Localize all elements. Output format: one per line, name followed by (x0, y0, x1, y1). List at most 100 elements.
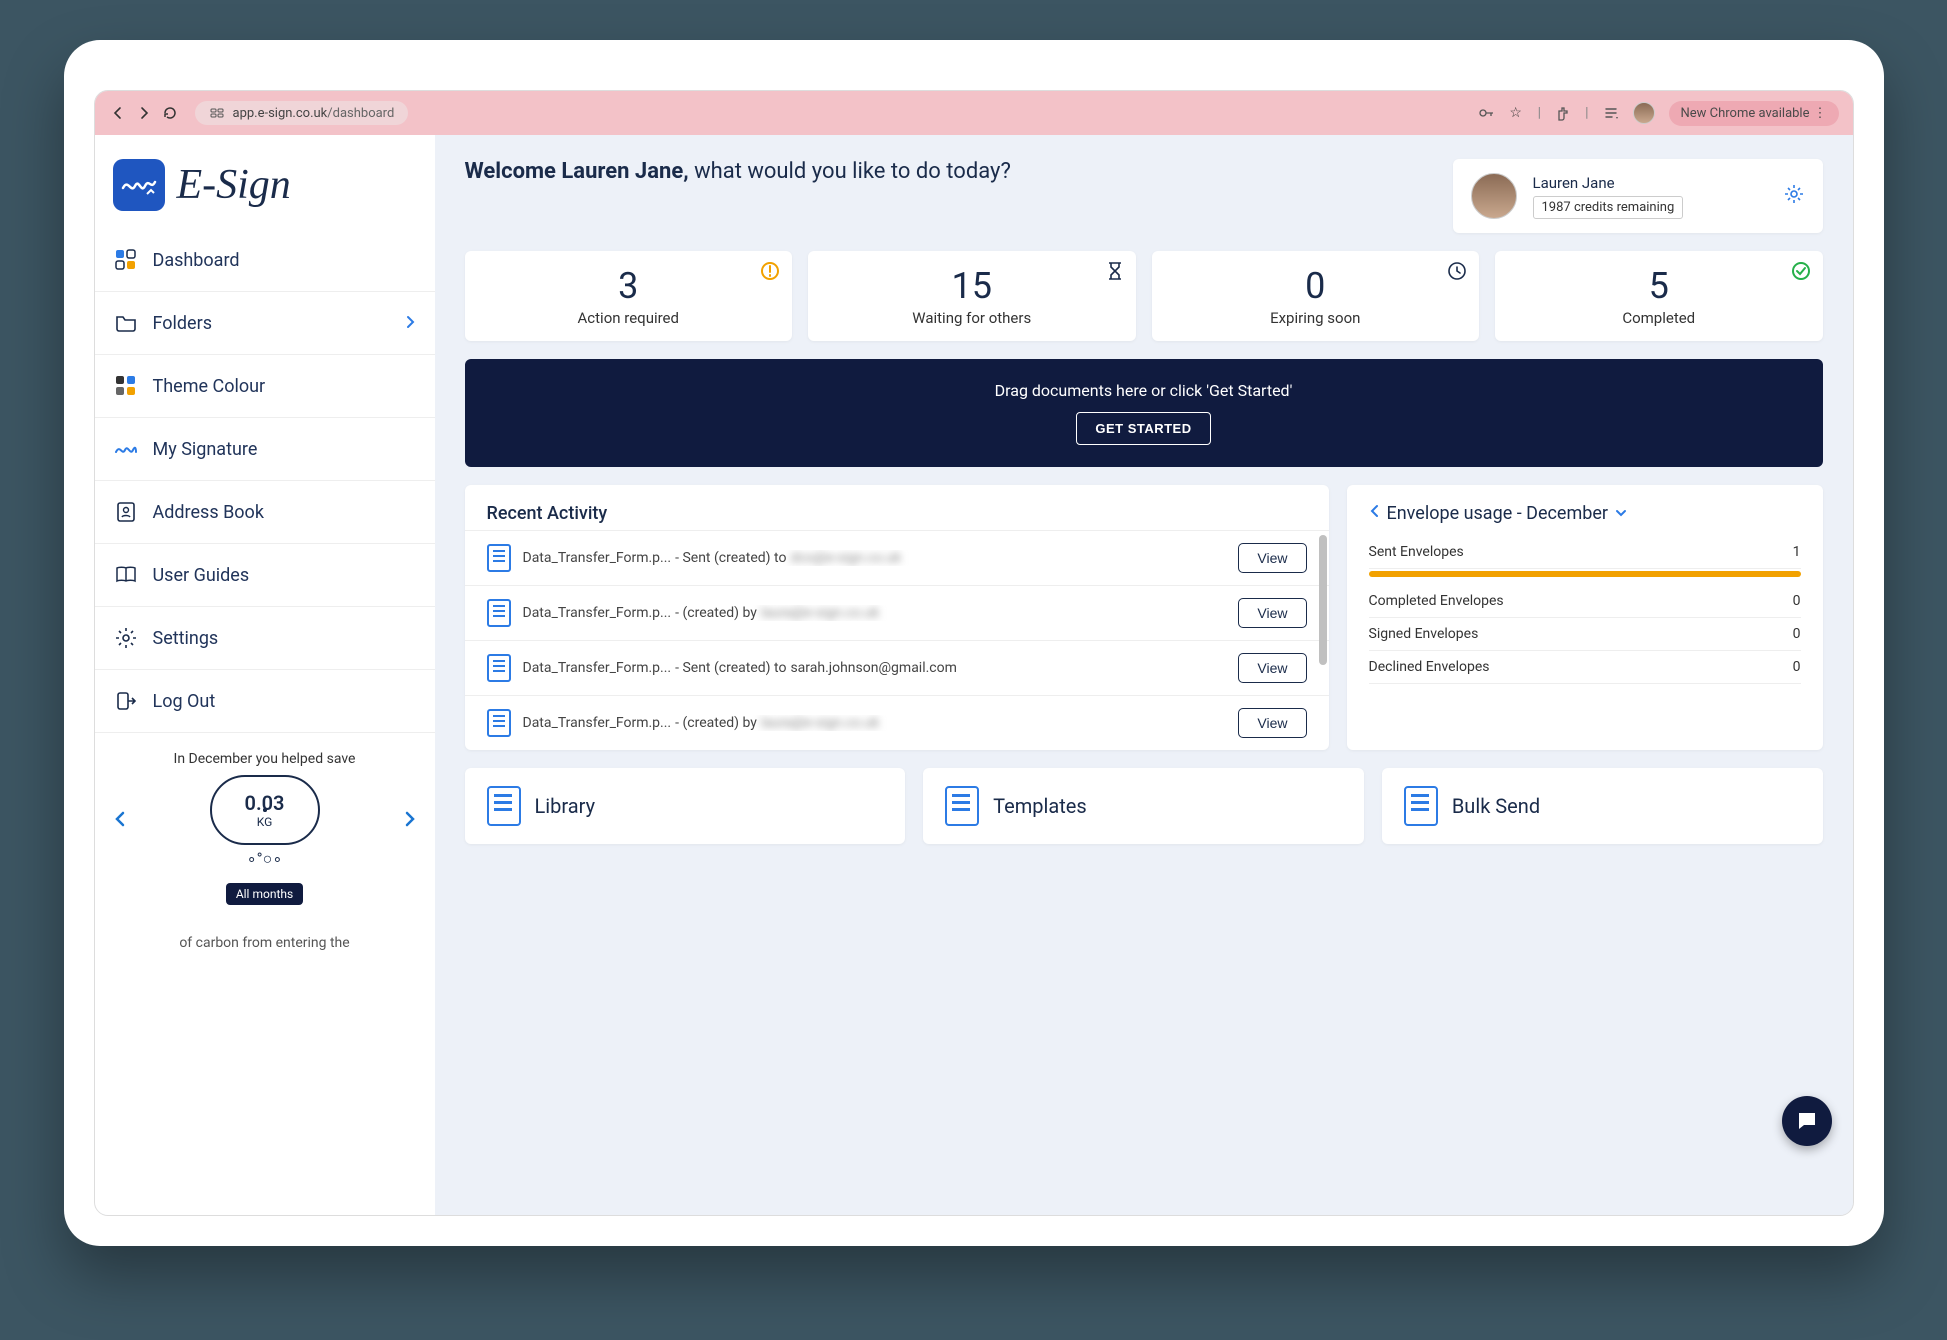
stat-number: 15 (822, 265, 1122, 307)
check-icon (1791, 261, 1811, 285)
usage-bar (1369, 571, 1801, 577)
tile-label: Bulk Send (1452, 794, 1540, 818)
sidebar-item-folders[interactable]: Folders (95, 292, 435, 355)
get-started-button[interactable]: GET STARTED (1076, 412, 1210, 445)
usage-prev-icon[interactable] (1369, 503, 1381, 524)
bulksend-icon (1404, 786, 1438, 826)
usage-label: Completed Envelopes (1369, 593, 1504, 609)
quick-links: Library Templates Bulk Send (465, 768, 1823, 844)
usage-label: Signed Envelopes (1369, 626, 1479, 642)
activity-text: Data_Transfer_Form.p... - (created) by l… (523, 605, 1227, 621)
usage-row: Signed Envelopes0 (1369, 618, 1801, 651)
view-button[interactable]: View (1238, 598, 1306, 628)
stats-row: 3 Action required 15 Waiting for others … (465, 251, 1823, 341)
document-icon (487, 709, 511, 737)
chat-fab[interactable] (1782, 1096, 1832, 1146)
sidebar-item-signature[interactable]: My Signature (95, 418, 435, 481)
folder-icon (113, 310, 139, 336)
usage-value: 0 (1793, 659, 1801, 675)
stat-number: 5 (1509, 265, 1809, 307)
sidebar-item-label: Settings (153, 628, 219, 649)
site-settings-icon (209, 105, 225, 121)
view-button[interactable]: View (1238, 653, 1306, 683)
document-icon (487, 544, 511, 572)
usage-row: Completed Envelopes 0 (1369, 585, 1801, 618)
sidebar-item-label: Dashboard (153, 250, 240, 271)
tile-library[interactable]: Library (465, 768, 906, 844)
activity-text: Data_Transfer_Form.p... - (created) by l… (523, 715, 1227, 731)
user-settings-icon[interactable] (1783, 183, 1805, 209)
logo-icon (113, 159, 165, 211)
tile-bulk-send[interactable]: Bulk Send (1382, 768, 1823, 844)
sidebar-item-label: Address Book (153, 502, 264, 523)
dashboard-icon (113, 247, 139, 273)
reload-icon[interactable] (161, 104, 179, 122)
sidebar-item-label: Folders (153, 313, 213, 334)
url-bar[interactable]: app.e-sign.co.uk/dashboard (195, 101, 409, 125)
stat-number: 0 (1166, 265, 1466, 307)
stat-card[interactable]: 5 Completed (1495, 251, 1823, 341)
stat-card[interactable]: 15 Waiting for others (808, 251, 1136, 341)
browser-bar: app.e-sign.co.uk/dashboard ☆ | | New Chr… (95, 91, 1853, 135)
theme-icon (113, 373, 139, 399)
activity-row: Data_Transfer_Form.p... - (created) by l… (465, 695, 1329, 750)
reading-list-icon[interactable] (1603, 105, 1619, 121)
sidebar-item-userguides[interactable]: User Guides (95, 544, 435, 607)
usage-dropdown-icon[interactable] (1614, 503, 1628, 524)
credits-badge: 1987 credits remaining (1533, 196, 1684, 219)
main-content: Welcome Lauren Jane, what would you like… (435, 135, 1853, 1215)
carbon-next-icon[interactable] (403, 809, 417, 834)
gear-icon (113, 625, 139, 651)
menu-dots-icon: ⋮ (1814, 106, 1827, 121)
welcome-text: Welcome Lauren Jane, what would you like… (465, 159, 1011, 184)
usage-row: Sent Envelopes1 (1369, 536, 1801, 569)
logout-icon (113, 688, 139, 714)
carbon-prev-icon[interactable] (113, 809, 127, 834)
stat-label: Action required (479, 309, 779, 327)
stat-card[interactable]: 0 Expiring soon (1152, 251, 1480, 341)
usage-label: Declined Envelopes (1369, 659, 1490, 675)
view-button[interactable]: View (1238, 543, 1306, 573)
back-icon[interactable] (109, 104, 127, 122)
url-domain: app.e-sign.co.uk (233, 106, 328, 121)
alert-icon (760, 261, 780, 285)
avatar[interactable] (1471, 173, 1517, 219)
profile-avatar-icon[interactable] (1633, 102, 1655, 124)
stat-label: Expiring soon (1166, 309, 1466, 327)
tile-templates[interactable]: Templates (923, 768, 1364, 844)
carbon-intro: In December you helped save (113, 751, 417, 767)
usage-month: December (1526, 503, 1608, 524)
sidebar-item-label: My Signature (153, 439, 258, 460)
tile-label: Templates (993, 794, 1087, 818)
sidebar-item-theme[interactable]: Theme Colour (95, 355, 435, 418)
chrome-update-button[interactable]: New Chrome available ⋮ (1669, 101, 1839, 126)
dropzone[interactable]: Drag documents here or click 'Get Starte… (465, 359, 1823, 467)
document-icon (487, 654, 511, 682)
usage-label: Sent Envelopes (1369, 544, 1464, 560)
scrollbar[interactable] (1319, 535, 1327, 740)
activity-row: Data_Transfer_Form.p... - Sent (created)… (465, 530, 1329, 585)
sidebar-item-settings[interactable]: Settings (95, 607, 435, 670)
user-name: Lauren Jane (1533, 174, 1767, 192)
activity-text: Data_Transfer_Form.p... - Sent (created)… (523, 660, 1227, 676)
all-months-badge[interactable]: All months (226, 883, 303, 905)
forward-icon[interactable] (135, 104, 153, 122)
sidebar-item-label: User Guides (153, 565, 250, 586)
stat-card[interactable]: 3 Action required (465, 251, 793, 341)
sidebar-item-label: Log Out (153, 691, 216, 712)
chrome-update-label: New Chrome available (1681, 106, 1810, 121)
usage-value: 0 (1793, 593, 1801, 609)
sidebar-item-addressbook[interactable]: Address Book (95, 481, 435, 544)
key-icon[interactable] (1478, 105, 1494, 121)
sidebar-item-logout[interactable]: Log Out (95, 670, 435, 733)
recent-title: Recent Activity (465, 503, 1329, 530)
library-icon (487, 786, 521, 826)
bookmark-icon[interactable]: ☆ (1508, 105, 1524, 121)
view-button[interactable]: View (1238, 708, 1306, 738)
usage-row: Declined Envelopes 0 (1369, 651, 1801, 684)
sidebar: E-Sign Dashboard Folders (95, 135, 435, 1215)
extensions-icon[interactable] (1555, 105, 1571, 121)
carbon-footer: of carbon from entering the (113, 935, 417, 951)
sidebar-item-dashboard[interactable]: Dashboard (95, 229, 435, 292)
addressbook-icon (113, 499, 139, 525)
